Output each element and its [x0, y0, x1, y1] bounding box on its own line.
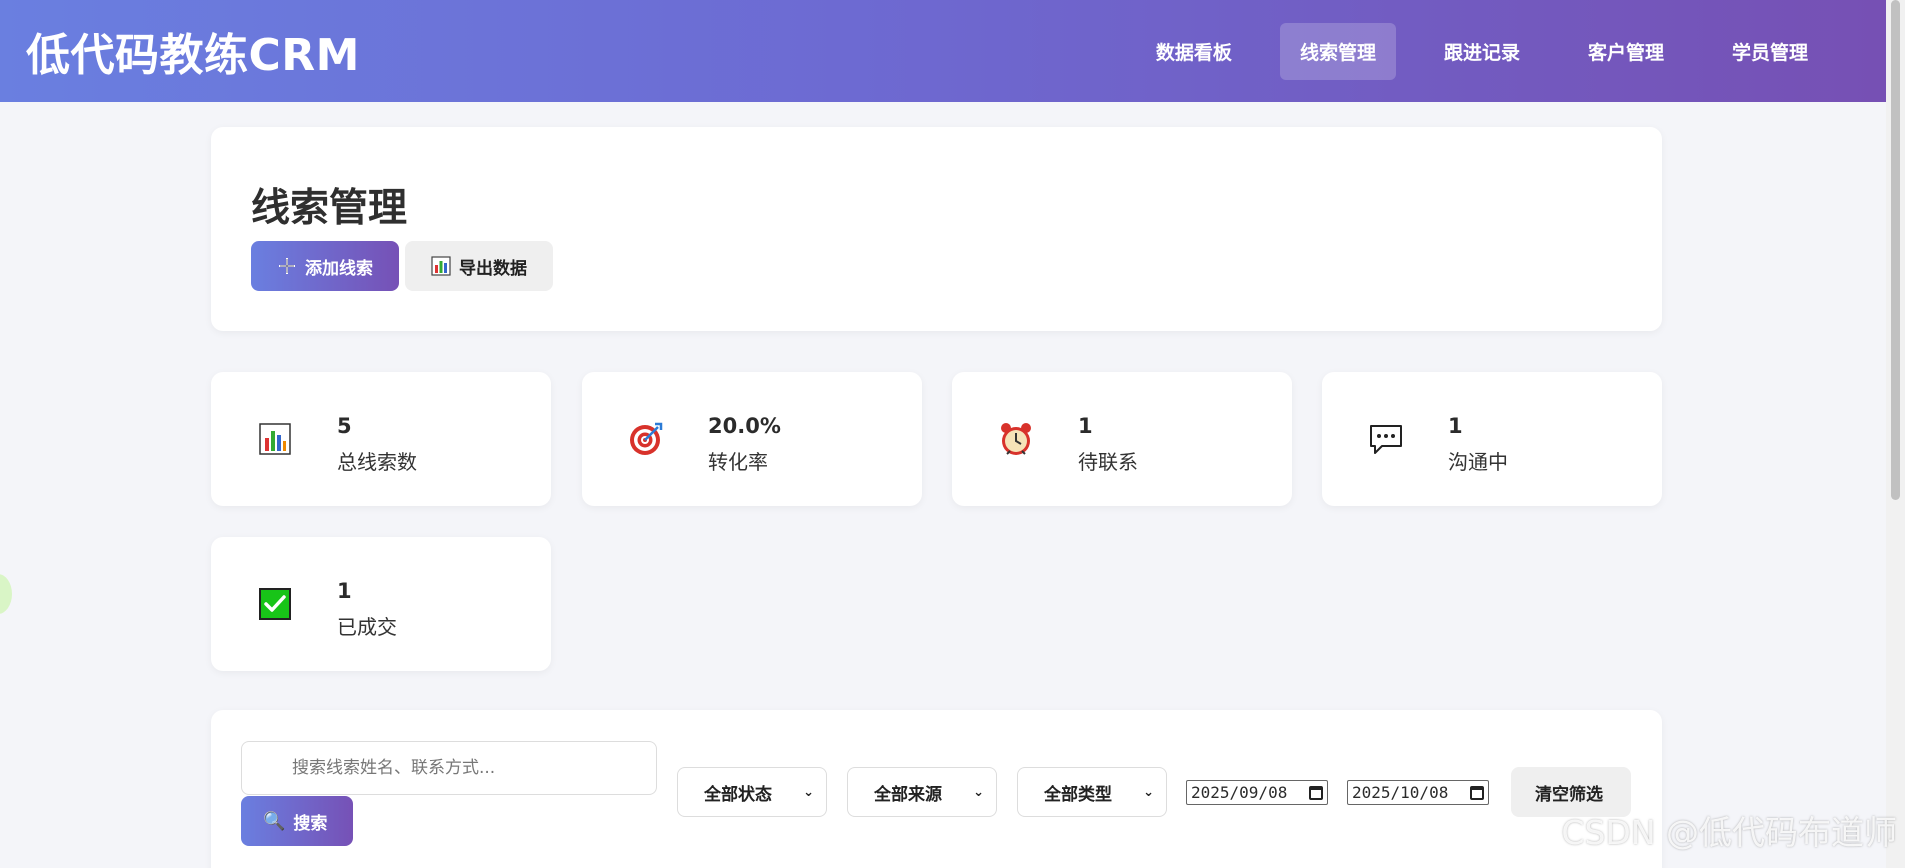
- stat-card-total: 5 总线索数: [211, 372, 551, 506]
- stat-label: 总线索数: [337, 450, 417, 474]
- nav-item-customers[interactable]: 客户管理: [1568, 23, 1684, 80]
- stat-label: 已成交: [337, 615, 397, 639]
- search-icon: 🔍: [263, 810, 286, 832]
- scrollbar-thumb[interactable]: [1891, 0, 1900, 500]
- nav-item-students[interactable]: 学员管理: [1712, 23, 1828, 80]
- stat-card-closed: 1 已成交: [211, 537, 551, 671]
- export-data-button[interactable]: 导出数据: [405, 241, 553, 291]
- add-lead-label: 添加线索: [305, 258, 373, 279]
- page-header-card: 线索管理 添加线索 导出数据: [211, 127, 1662, 331]
- main-nav: 数据看板 线索管理 跟进记录 客户管理 学员管理: [1136, 22, 1828, 80]
- nav-item-dashboard[interactable]: 数据看板: [1136, 23, 1252, 80]
- stat-value: 1: [1448, 414, 1463, 438]
- app-brand: 低代码教练CRM: [26, 30, 360, 81]
- filter-card: 🔍 搜索 全部状态 ⌄ 全部来源 ⌄ 全部类型 ⌄ 2025/09/08 202…: [211, 710, 1662, 868]
- start-date-input[interactable]: 2025/09/08: [1186, 780, 1328, 805]
- stat-value: 1: [1078, 414, 1093, 438]
- search-input[interactable]: [241, 741, 657, 795]
- watermark: CSDN @低代码布道师: [1561, 813, 1897, 852]
- stat-card-pending: 1 待联系: [952, 372, 1292, 506]
- stat-card-communicating: 1 沟通中: [1322, 372, 1662, 506]
- stat-label: 转化率: [708, 450, 768, 474]
- status-select[interactable]: 全部状态 ⌄: [677, 767, 827, 817]
- chevron-down-icon: ⌄: [1143, 784, 1154, 800]
- target-icon: [628, 421, 664, 457]
- stat-value: 20.0%: [708, 414, 781, 438]
- add-lead-button[interactable]: 添加线索: [251, 241, 399, 291]
- type-select-value: 全部类型: [1044, 784, 1112, 805]
- source-select[interactable]: 全部来源 ⌄: [847, 767, 997, 817]
- stat-card-conversion: 20.0% 转化率: [582, 372, 922, 506]
- source-select-value: 全部来源: [874, 784, 942, 805]
- calendar-icon[interactable]: [1309, 785, 1323, 800]
- alarm-clock-icon: [998, 421, 1034, 457]
- end-date-input[interactable]: 2025/10/08: [1347, 780, 1489, 805]
- chevron-down-icon: ⌄: [803, 784, 814, 800]
- calendar-icon[interactable]: [1470, 785, 1484, 800]
- stat-label: 沟通中: [1448, 450, 1508, 474]
- chevron-down-icon: ⌄: [973, 784, 984, 800]
- nav-item-followups[interactable]: 跟进记录: [1424, 23, 1540, 80]
- search-button-label: 搜索: [293, 813, 328, 834]
- speech-bubble-icon: [1368, 421, 1404, 457]
- clear-filters-label: 清空筛选: [1535, 784, 1603, 805]
- stat-value: 1: [337, 579, 352, 603]
- end-date-value: 2025/10/08: [1352, 783, 1449, 802]
- check-box-icon: [257, 586, 293, 622]
- top-navigation-bar: 低代码教练CRM 数据看板 线索管理 跟进记录 客户管理 学员管理: [0, 0, 1886, 102]
- search-button[interactable]: 🔍 搜索: [241, 796, 353, 846]
- bar-chart-icon: [431, 256, 451, 276]
- stat-value: 5: [337, 414, 352, 438]
- stat-label: 待联系: [1078, 450, 1138, 474]
- nav-item-leads[interactable]: 线索管理: [1279, 22, 1396, 80]
- status-select-value: 全部状态: [704, 784, 772, 805]
- type-select[interactable]: 全部类型 ⌄: [1017, 767, 1167, 817]
- start-date-value: 2025/09/08: [1191, 783, 1288, 802]
- bar-chart-icon: [257, 421, 293, 457]
- plus-icon: [279, 258, 295, 274]
- vertical-scrollbar[interactable]: [1886, 0, 1905, 868]
- floating-side-widget[interactable]: [0, 574, 12, 614]
- page-title: 线索管理: [251, 186, 408, 231]
- export-data-label: 导出数据: [459, 258, 527, 279]
